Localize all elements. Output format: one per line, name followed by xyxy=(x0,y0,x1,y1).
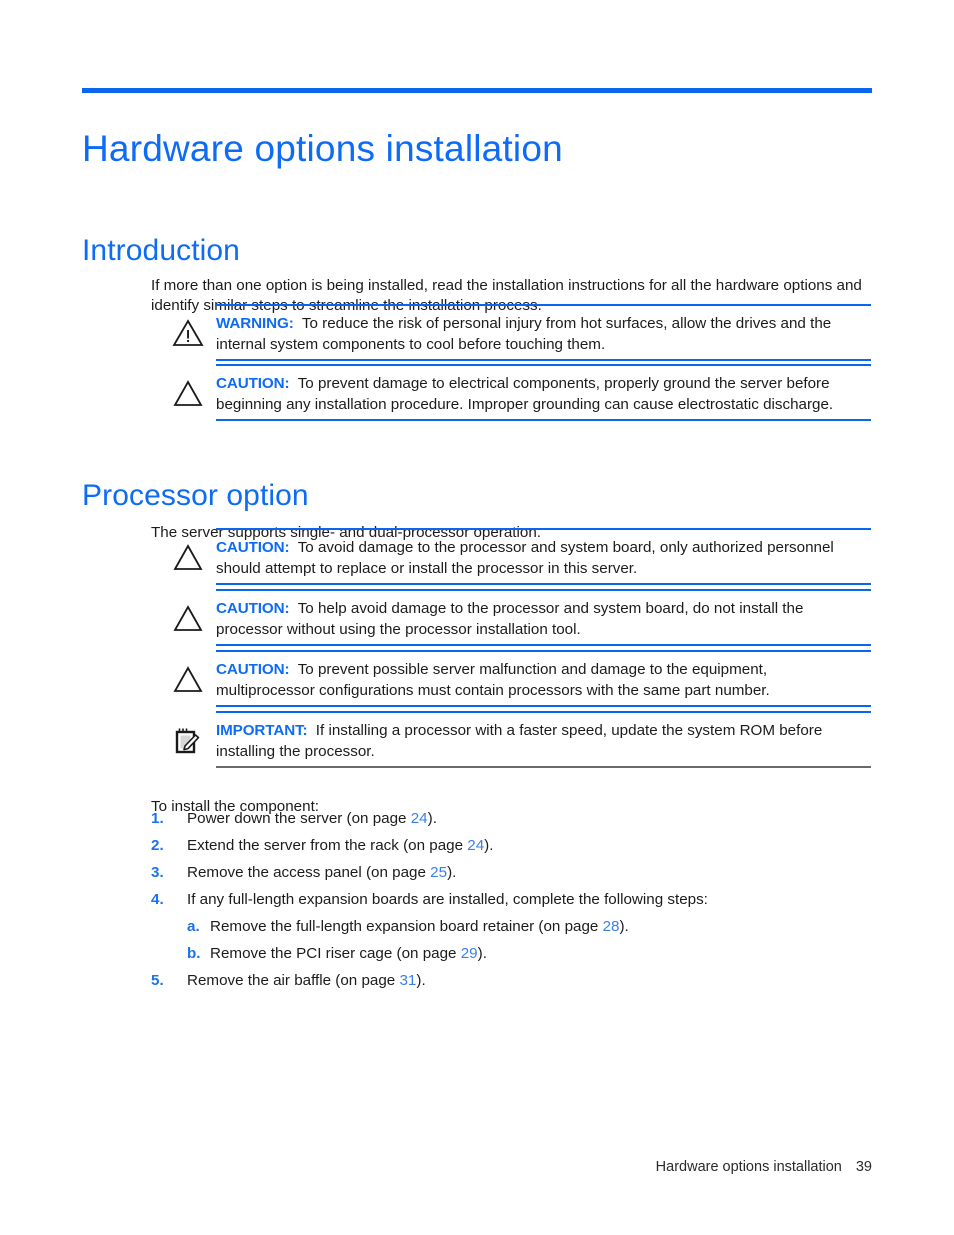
alert-rule-bottom xyxy=(216,583,871,585)
alert-caution-same-part-number: CAUTION: To prevent possible server malfu… xyxy=(165,650,871,707)
page-reference-link[interactable]: 29 xyxy=(461,945,478,962)
list-marker: 4. xyxy=(151,891,164,908)
page-reference-link[interactable]: 28 xyxy=(603,918,620,935)
document-page: Hardware options installation Introducti… xyxy=(0,0,954,1235)
section-heading-introduction: Introduction xyxy=(82,233,240,267)
page-footer: Hardware options installation 39 xyxy=(82,1158,872,1177)
alert-label: CAUTION: xyxy=(216,539,290,556)
alert-label: CAUTION: xyxy=(216,661,290,678)
alert-caution-installation-tool: CAUTION: To help avoid damage to the proc… xyxy=(165,589,871,646)
list-marker: 2. xyxy=(151,837,164,854)
list-marker: a. xyxy=(187,918,200,935)
list-item-text: Remove the full-length expansion board r… xyxy=(210,917,629,937)
list-marker: 3. xyxy=(151,864,164,881)
list-marker: b. xyxy=(187,945,201,962)
alert-caution-authorized-personnel: CAUTION: To avoid damage to the processor… xyxy=(165,528,871,585)
alert-rule-bottom xyxy=(216,419,871,421)
alert-message: To reduce the risk of personal injury fr… xyxy=(216,315,832,353)
caution-triangle-icon xyxy=(171,663,205,695)
list-item-text: If any full-length expansion boards are … xyxy=(187,890,708,910)
alert-text: CAUTION: To help avoid damage to the proc… xyxy=(216,598,869,640)
alert-text: IMPORTANT: If installing a processor with… xyxy=(216,720,869,762)
page-reference-link[interactable]: 31 xyxy=(399,972,416,989)
step-text-tail: ). xyxy=(477,945,487,962)
important-note-icon xyxy=(171,724,205,756)
alert-rule-bottom xyxy=(216,766,871,768)
list-item-text: Remove the air baffle (on page 31). xyxy=(187,971,426,991)
caution-triangle-icon xyxy=(171,377,205,409)
alert-caution-grounding: CAUTION: To prevent damage to electrical … xyxy=(165,364,871,421)
alert-text: CAUTION: To prevent possible server malfu… xyxy=(216,659,869,701)
chapter-top-rule xyxy=(82,88,872,93)
alert-label: CAUTION: xyxy=(216,600,290,617)
alert-label: WARNING: xyxy=(216,315,294,332)
caution-triangle-icon xyxy=(171,541,205,573)
alert-rule-top xyxy=(216,528,871,530)
step-text-tail: ). xyxy=(447,864,457,881)
footer-page-number: 39 xyxy=(855,1159,872,1175)
step-text: Remove the full-length expansion board r… xyxy=(210,918,603,935)
page-reference-link[interactable]: 24 xyxy=(467,837,484,854)
step-text: Remove the PCI riser cage (on page xyxy=(210,945,461,962)
alert-text: WARNING: To reduce the risk of personal i… xyxy=(216,313,869,355)
list-marker: 5. xyxy=(151,972,164,989)
list-marker: 1. xyxy=(151,810,164,827)
step-text: Extend the server from the rack (on page xyxy=(187,837,468,854)
alert-rule-top xyxy=(216,364,871,366)
list-item-text: Power down the server (on page 24). xyxy=(187,809,437,829)
list-item-text: Remove the PCI riser cage (on page 29). xyxy=(210,944,487,964)
step-text-tail: ). xyxy=(619,918,629,935)
footer-chapter-label: Hardware options installation xyxy=(655,1159,842,1175)
alert-rule-bottom xyxy=(216,705,871,707)
alert-important-system-rom: IMPORTANT: If installing a processor with… xyxy=(165,711,871,768)
step-text-tail: ). xyxy=(427,810,437,827)
alert-rule-top xyxy=(216,711,871,713)
alert-text: CAUTION: To prevent damage to electrical … xyxy=(216,373,869,415)
step-text-tail: ). xyxy=(484,837,494,854)
alert-rule-bottom xyxy=(216,644,871,646)
step-text: Power down the server (on page xyxy=(187,810,411,827)
alert-message: To help avoid damage to the processor an… xyxy=(216,600,804,638)
alert-message: To avoid damage to the processor and sys… xyxy=(216,539,834,577)
alert-rule-top xyxy=(216,650,871,652)
list-item-text: Remove the access panel (on page 25). xyxy=(187,863,456,883)
alert-rule-top xyxy=(216,304,871,306)
step-text: If any full-length expansion boards are … xyxy=(187,891,708,908)
alert-message: To prevent possible server malfunction a… xyxy=(216,661,770,699)
warning-triangle-icon xyxy=(171,317,205,349)
alert-rule-top xyxy=(216,589,871,591)
alert-warning: WARNING: To reduce the risk of personal i… xyxy=(165,304,871,361)
alert-label: CAUTION: xyxy=(216,375,290,392)
list-item-text: Extend the server from the rack (on page… xyxy=(187,836,493,856)
step-text: Remove the access panel (on page xyxy=(187,864,431,881)
page-title: Hardware options installation xyxy=(82,127,563,169)
step-text-tail: ). xyxy=(416,972,426,989)
alert-rule-bottom xyxy=(216,359,871,361)
page-reference-link[interactable]: 24 xyxy=(411,810,428,827)
alert-label: IMPORTANT: xyxy=(216,722,308,739)
caution-triangle-icon xyxy=(171,602,205,634)
alert-text: CAUTION: To avoid damage to the processor… xyxy=(216,537,869,579)
page-reference-link[interactable]: 25 xyxy=(430,864,447,881)
alert-message: To prevent damage to electrical componen… xyxy=(216,375,834,413)
step-text: Remove the air baffle (on page xyxy=(187,972,400,989)
section-heading-processor-option: Processor option xyxy=(82,478,309,512)
